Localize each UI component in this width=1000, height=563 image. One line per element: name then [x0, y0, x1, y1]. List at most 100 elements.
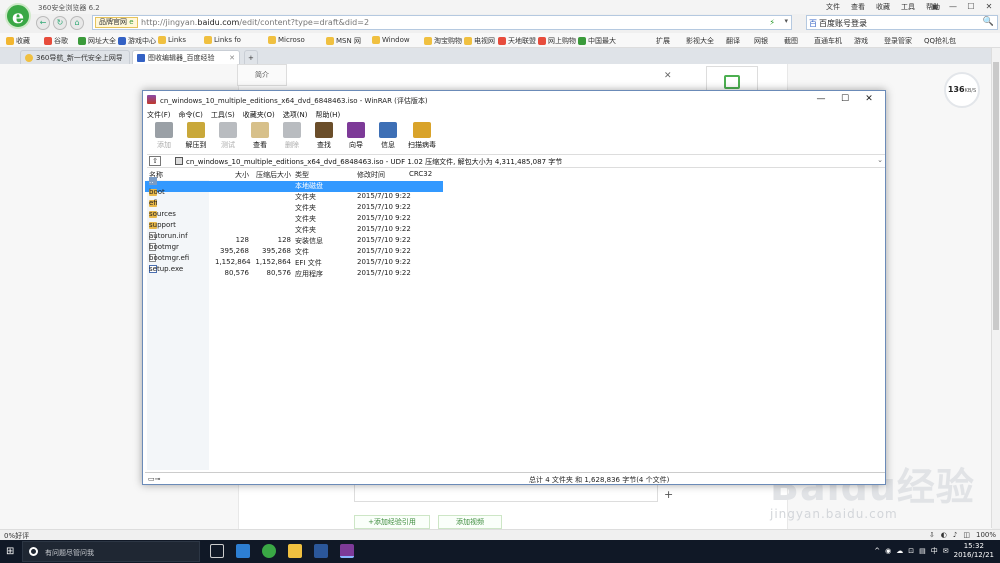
battery-icon[interactable]: ▤: [919, 547, 926, 555]
scrollbar-thumb[interactable]: [993, 62, 999, 330]
address-url[interactable]: http://jingyan.baidu.com/edit/content?ty…: [141, 18, 369, 27]
start-icon[interactable]: ⊞: [6, 546, 14, 557]
menu-item-commands[interactable]: 命令(C): [179, 110, 203, 120]
toolbar-extension-item[interactable]: 网银: [754, 36, 768, 46]
input-method-icon[interactable]: 中: [931, 546, 938, 556]
toolbar-button[interactable]: 解压到: [181, 121, 211, 151]
favorite-item[interactable]: 淘宝购物: [424, 36, 462, 46]
clock[interactable]: 15:32 2016/12/21: [954, 542, 994, 560]
search-input[interactable]: 百 百度账号登录 🔍: [806, 15, 998, 30]
toolbar-button[interactable]: 扫描病毒: [405, 121, 439, 151]
refresh-icon[interactable]: ↻: [53, 16, 67, 30]
column-packed[interactable]: 压缩后大小: [253, 170, 291, 180]
favorite-item[interactable]: 电视网: [464, 36, 495, 46]
file-row[interactable]: bootmgr.efi 1,152,864 1,152,864 EFI 文件 2015/…: [145, 254, 885, 269]
toolbar-extension-item[interactable]: 游戏: [854, 36, 868, 46]
chevron-down-icon[interactable]: ▾: [784, 17, 788, 25]
network-icon[interactable]: ⊡: [908, 547, 914, 555]
toolbar-extension-item[interactable]: 扩展: [656, 36, 670, 46]
toolbar-button[interactable]: 查找: [309, 121, 339, 151]
up-folder-icon[interactable]: ⇧: [149, 156, 161, 166]
toolbar-button[interactable]: 测试: [213, 121, 243, 151]
menu-tools[interactable]: 工具: [901, 2, 915, 12]
skin-button[interactable]: ▣: [926, 0, 944, 14]
menu-view[interactable]: 查看: [851, 2, 865, 12]
search-value[interactable]: 百度账号登录: [819, 18, 867, 29]
file-row[interactable]: setup.exe 80,576 80,576 应用程序 2015/7/10 9:22: [145, 265, 885, 280]
column-type[interactable]: 类型: [295, 170, 309, 180]
toolbar-button[interactable]: 信息: [373, 121, 403, 151]
desktop-app-icon[interactable]: [236, 544, 250, 558]
file-row[interactable]: support 文件夹 2015/7/10 9:22: [145, 221, 885, 236]
step-input[interactable]: [354, 484, 658, 502]
browser-logo-icon[interactable]: e: [5, 3, 31, 29]
download-icon[interactable]: ⇩: [929, 531, 935, 539]
menu-item-favorites[interactable]: 收藏夹(O): [243, 110, 275, 120]
toolbar-extension-item[interactable]: QQ抢礼包: [924, 36, 956, 46]
page-scrollbar[interactable]: [991, 48, 1000, 528]
speed-mode-icon[interactable]: ⚡: [769, 18, 775, 27]
winrar-minimize-button[interactable]: —: [809, 92, 833, 106]
file-row[interactable]: sources 文件夹 2015/7/10 9:22: [145, 210, 885, 225]
maximize-button[interactable]: ☐: [962, 0, 980, 14]
search-icon[interactable]: 🔍: [983, 17, 994, 27]
cloud-icon[interactable]: ☁: [896, 547, 903, 555]
toolbar-button[interactable]: 查看: [245, 121, 275, 151]
favorite-item[interactable]: Links fo: [204, 36, 241, 44]
file-row[interactable]: .. 本地磁盘: [145, 177, 443, 192]
close-icon[interactable]: ✕: [664, 71, 672, 81]
toolbar-extension-item[interactable]: 影视大全: [686, 36, 714, 46]
menu-item-help[interactable]: 帮助(H): [315, 110, 340, 120]
cortana-search-input[interactable]: 有问题尽管问我: [22, 541, 200, 562]
toolbar-extension-item[interactable]: 登录管家: [884, 36, 912, 46]
file-row[interactable]: autorun.inf 128 128 安装信息 2015/7/10 9:22: [145, 232, 885, 247]
chevron-down-icon[interactable]: ⌄: [877, 156, 883, 164]
back-icon[interactable]: ←: [36, 16, 50, 30]
favorite-item[interactable]: MSN 网: [326, 36, 361, 46]
home-icon[interactable]: ⌂: [70, 16, 84, 30]
sound-icon[interactable]: ♪: [953, 531, 957, 539]
column-size[interactable]: 大小: [215, 170, 249, 180]
add-video-button[interactable]: 添加视频: [438, 515, 502, 529]
archive-path[interactable]: cn_windows_10_multiple_editions_x64_dvd_…: [186, 157, 562, 167]
address-bar[interactable]: 品牌官网 e http://jingyan.baidu.com/edit/con…: [92, 15, 792, 30]
favorite-item[interactable]: 谷歌: [44, 36, 68, 46]
file-row[interactable]: efi 文件夹 2015/7/10 9:22: [145, 199, 885, 214]
file-explorer-icon[interactable]: [288, 544, 302, 558]
favorite-item[interactable]: 收藏: [6, 36, 30, 46]
word-icon[interactable]: [314, 544, 328, 558]
favorite-item[interactable]: Window: [372, 36, 410, 44]
favorite-item[interactable]: 网上购物: [538, 36, 576, 46]
minimize-button[interactable]: —: [944, 0, 962, 14]
close-tab-icon[interactable]: ✕: [229, 54, 235, 62]
menu-item-options[interactable]: 选项(N): [283, 110, 308, 120]
column-modified[interactable]: 修改时间: [357, 170, 385, 180]
menu-item-file[interactable]: 文件(F): [147, 110, 171, 120]
toolbar-button[interactable]: 删除: [277, 121, 307, 151]
favorite-item[interactable]: 天地联盟: [498, 36, 536, 46]
toolbar-extension-item[interactable]: 直通车机: [814, 36, 842, 46]
tab-360-nav[interactable]: 360导航_新一代安全上网导航: [20, 50, 130, 64]
winrar-maximize-button[interactable]: ☐: [833, 92, 857, 106]
menu-file[interactable]: 文件: [826, 2, 840, 12]
favorite-item[interactable]: 网址大全: [78, 36, 116, 46]
menu-item-tools[interactable]: 工具(S): [211, 110, 235, 120]
brand-badge[interactable]: 品牌官网 e: [95, 17, 138, 28]
close-button[interactable]: ✕: [980, 0, 998, 14]
baidu-icon[interactable]: 百: [809, 18, 817, 29]
favorite-item[interactable]: Links: [158, 36, 186, 44]
favorite-item[interactable]: 游戏中心: [118, 36, 156, 46]
tray-app-icon[interactable]: ◉: [885, 547, 891, 555]
browser-360-taskbar-icon[interactable]: [262, 544, 276, 558]
favorite-item[interactable]: Microso: [268, 36, 305, 44]
toolbar-extension-item[interactable]: 翻译: [726, 36, 740, 46]
window-icon[interactable]: ◫: [963, 531, 970, 539]
add-step-button[interactable]: +: [664, 488, 673, 501]
toolbar-extension-item[interactable]: 截图: [784, 36, 798, 46]
toolbar-button[interactable]: 向导: [341, 121, 371, 151]
tray-expand-icon[interactable]: ^: [874, 547, 880, 555]
column-crc[interactable]: CRC32: [409, 170, 432, 178]
network-speed-widget[interactable]: 136KB/S: [944, 72, 980, 108]
notification-icon[interactable]: ✉: [943, 547, 949, 555]
winrar-taskbar-icon[interactable]: [340, 544, 354, 558]
